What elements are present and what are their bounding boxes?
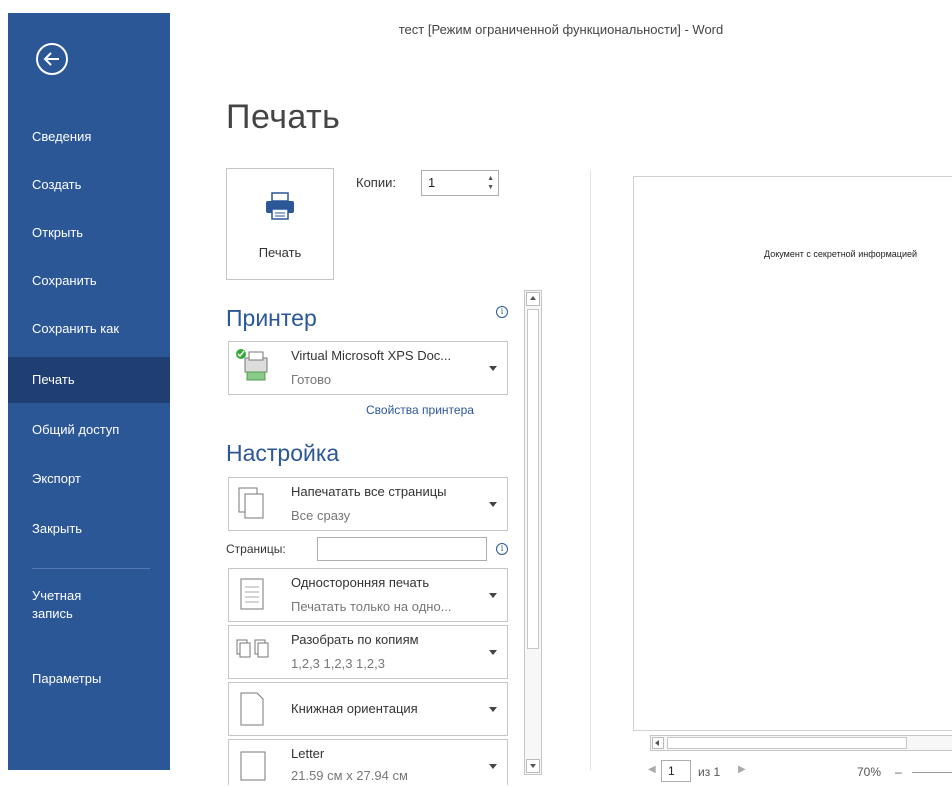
page-count: из 1	[698, 765, 721, 779]
sides-dropdown[interactable]: Односторонняя печать Печатать только на …	[228, 568, 508, 622]
paper-size-value: Letter	[291, 746, 325, 761]
print-preview: Документ с секретной информацией	[633, 176, 952, 731]
scroll-up-button[interactable]	[526, 292, 540, 306]
preview-hscrollbar[interactable]	[650, 735, 952, 751]
printer-section-title: Принтер	[226, 305, 317, 331]
chevron-down-icon	[489, 650, 497, 655]
preview-document-text: Документ с секретной информацией	[764, 249, 918, 259]
printer-properties-link[interactable]: Свойства принтера	[366, 403, 474, 417]
sidebar-item-close[interactable]: Закрыть	[8, 506, 170, 552]
printer-status: Готово	[291, 372, 332, 387]
sides-value: Односторонняя печать	[291, 575, 430, 590]
info-icon[interactable]: i	[496, 543, 508, 555]
scroll-thumb[interactable]	[667, 737, 907, 749]
copies-stepper[interactable]: 1 ▲ ▼	[421, 170, 499, 196]
arrow-left-icon	[43, 52, 59, 66]
sidebar-item-export[interactable]: Экспорт	[8, 456, 170, 502]
sidebar-item-info[interactable]: Сведения	[8, 114, 170, 160]
next-page-icon[interactable]: ▶	[738, 764, 746, 775]
sidebar-item-save[interactable]: Сохранить	[8, 258, 170, 304]
printer-icon	[263, 189, 297, 228]
sidebar-item-options[interactable]: Параметры	[8, 656, 170, 702]
scroll-down-button[interactable]	[526, 759, 540, 773]
print-range-dropdown[interactable]: Напечатать все страницы Все сразу	[228, 477, 508, 531]
page-number-input[interactable]: 1	[661, 760, 691, 782]
sides-detail: Печатать только на одно...	[291, 599, 452, 614]
sidebar-divider	[32, 568, 150, 569]
print-button[interactable]: Печать	[226, 168, 334, 280]
page-title: Печать	[226, 98, 341, 136]
collate-detail: 1,2,3 1,2,3 1,2,3	[291, 656, 385, 671]
printer-ready-icon	[235, 348, 277, 393]
pages-label: Страницы:	[226, 542, 286, 556]
collate-icon	[235, 632, 277, 673]
one-sided-icon	[235, 575, 271, 620]
chevron-down-icon	[489, 366, 497, 371]
sidebar-item-new[interactable]: Создать	[8, 162, 170, 208]
pages-input[interactable]	[317, 537, 487, 561]
printer-dropdown[interactable]: Virtual Microsoft XPS Doc... Готово	[228, 341, 508, 395]
zoom-level[interactable]: 70%	[857, 765, 881, 779]
pane-divider	[590, 170, 591, 770]
print-range-detail: Все сразу	[291, 508, 351, 523]
sidebar-item-open[interactable]: Открыть	[8, 210, 170, 256]
previous-page-icon[interactable]: ◀	[648, 764, 656, 775]
copies-label: Копии:	[356, 175, 396, 190]
window-title: тест [Режим ограниченной функциональност…	[398, 22, 724, 37]
chevron-down-icon	[489, 707, 497, 712]
portrait-icon	[235, 689, 271, 734]
chevron-down-icon	[489, 502, 497, 507]
sidebar-item-share[interactable]: Общий доступ	[8, 407, 170, 453]
scroll-left-button[interactable]	[652, 737, 664, 749]
all-pages-icon	[235, 484, 271, 527]
copies-value: 1	[428, 175, 436, 190]
chevron-down-icon	[489, 593, 497, 598]
chevron-down-icon	[489, 764, 497, 769]
sidebar-item-account[interactable]: Учетная запись	[8, 581, 118, 627]
scroll-thumb[interactable]	[527, 309, 539, 649]
zoom-out-button[interactable]: –	[895, 765, 902, 779]
print-button-label: Печать	[258, 245, 302, 260]
paper-icon	[235, 746, 271, 787]
sidebar-item-save-as[interactable]: Сохранить как	[8, 306, 170, 352]
collate-value: Разобрать по копиям	[291, 632, 419, 647]
paper-size-dropdown[interactable]: Letter 21.59 см x 27.94 см	[228, 739, 508, 785]
spin-arrows-icon[interactable]: ▲ ▼	[487, 174, 494, 192]
paper-size-detail: 21.59 см x 27.94 см	[291, 768, 408, 783]
settings-scrollbar[interactable]	[524, 290, 542, 775]
settings-section-title: Настройка	[226, 440, 340, 466]
backstage-sidebar: Сведения Создать Открыть Сохранить Сохра…	[8, 13, 170, 770]
orientation-value: Книжная ориентация	[291, 701, 418, 716]
collate-dropdown[interactable]: Разобрать по копиям 1,2,3 1,2,3 1,2,3	[228, 625, 508, 679]
info-icon[interactable]: i	[496, 306, 508, 318]
print-range-value: Напечатать все страницы	[291, 484, 447, 499]
zoom-slider[interactable]	[912, 772, 952, 773]
orientation-dropdown[interactable]: Книжная ориентация	[228, 682, 508, 736]
back-button[interactable]	[36, 43, 68, 75]
sidebar-item-print[interactable]: Печать	[8, 357, 170, 403]
printer-name: Virtual Microsoft XPS Doc...	[291, 348, 452, 363]
